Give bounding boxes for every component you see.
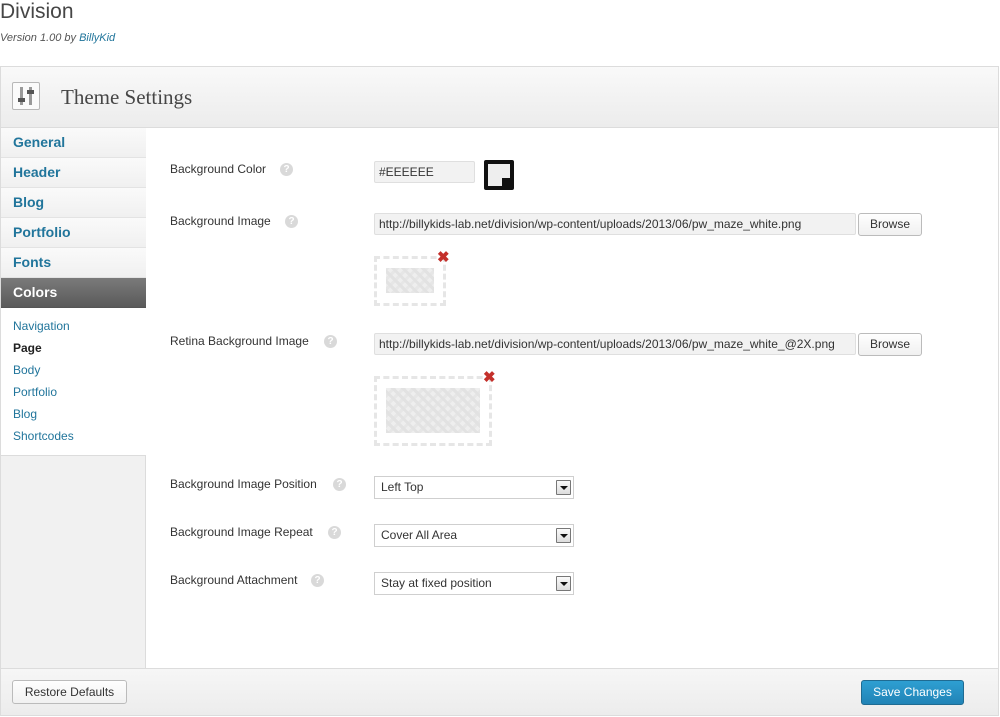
bg-position-label: Background Image Position <box>170 477 317 491</box>
author-link[interactable]: BillyKid <box>79 32 115 44</box>
help-icon[interactable]: ? <box>285 215 298 228</box>
remove-retina-image-icon[interactable]: ✖ <box>483 370 496 385</box>
retina-image-url-input[interactable]: http://billykids-lab.net/division/wp-con… <box>374 333 856 355</box>
sidebar-item-colors[interactable]: Colors <box>1 278 156 308</box>
restore-defaults-button[interactable]: Restore Defaults <box>12 680 127 704</box>
chevron-down-icon[interactable] <box>556 528 571 543</box>
help-icon[interactable]: ? <box>280 163 293 176</box>
bg-repeat-select[interactable]: Cover All Area <box>374 524 574 547</box>
bg-image-preview <box>374 256 446 306</box>
theme-version: Version 1.00 by BillyKid <box>0 32 115 44</box>
bg-color-label: Background Color <box>170 162 267 176</box>
settings-content: Background Color ? #EEEEEE Background Im… <box>146 128 998 668</box>
remove-bg-image-icon[interactable]: ✖ <box>437 250 450 265</box>
maze-pattern-thumbnail <box>386 268 434 293</box>
sidebar-item-blog[interactable]: Blog <box>1 188 146 218</box>
subnav-item-page[interactable]: Page <box>13 341 42 355</box>
select-value: Stay at fixed position <box>381 576 492 590</box>
help-icon[interactable]: ? <box>311 574 324 587</box>
swatch-corner-icon <box>502 178 510 186</box>
panel-footer: Restore Defaults Save Changes <box>1 668 998 715</box>
sidebar-item-fonts[interactable]: Fonts <box>1 248 146 278</box>
retina-image-browse-button[interactable]: Browse <box>858 333 922 356</box>
select-value: Left Top <box>381 480 424 494</box>
bg-position-select[interactable]: Left Top <box>374 476 574 499</box>
panel-header: Theme Settings <box>1 67 998 128</box>
sliders-icon <box>12 82 40 110</box>
help-icon[interactable]: ? <box>324 335 337 348</box>
subnav-item-shortcodes[interactable]: Shortcodes <box>13 429 74 443</box>
bg-attachment-select[interactable]: Stay at fixed position <box>374 572 574 595</box>
bg-color-input[interactable]: #EEEEEE <box>374 161 475 183</box>
chevron-down-icon[interactable] <box>556 576 571 591</box>
sidebar-item-header[interactable]: Header <box>1 158 146 188</box>
subnav-item-blog[interactable]: Blog <box>13 407 37 421</box>
subnav-item-body[interactable]: Body <box>13 363 40 377</box>
retina-bg-image-label: Retina Background Image <box>170 334 309 348</box>
panel-title: Theme Settings <box>61 85 193 109</box>
sidebar: General Header Blog Portfolio Fonts Colo… <box>1 128 156 668</box>
colors-subnav: Navigation Page Body Portfolio Blog Shor… <box>1 308 146 456</box>
bg-image-label: Background Image <box>170 214 271 228</box>
theme-settings-panel: Theme Settings General Header Blog Portf… <box>0 66 999 716</box>
help-icon[interactable]: ? <box>328 526 341 539</box>
save-changes-button[interactable]: Save Changes <box>861 680 964 705</box>
bg-attachment-label: Background Attachment <box>170 573 298 587</box>
subnav-item-portfolio[interactable]: Portfolio <box>13 385 57 399</box>
chevron-down-icon[interactable] <box>556 480 571 495</box>
theme-title: Division <box>0 0 74 23</box>
version-text: Version 1.00 by <box>0 32 80 44</box>
color-swatch-button[interactable] <box>484 160 514 190</box>
subnav-item-navigation[interactable]: Navigation <box>13 319 70 333</box>
bg-repeat-label: Background Image Repeat <box>170 525 313 539</box>
bg-image-browse-button[interactable]: Browse <box>858 213 922 236</box>
maze-pattern-thumbnail <box>386 388 480 433</box>
bg-image-url-input[interactable]: http://billykids-lab.net/division/wp-con… <box>374 213 856 235</box>
sidebar-item-label: Colors <box>13 284 58 300</box>
help-icon[interactable]: ? <box>333 478 346 491</box>
sidebar-item-portfolio[interactable]: Portfolio <box>1 218 146 248</box>
retina-image-preview <box>374 376 492 446</box>
sidebar-item-general[interactable]: General <box>1 128 146 158</box>
select-value: Cover All Area <box>381 528 458 542</box>
